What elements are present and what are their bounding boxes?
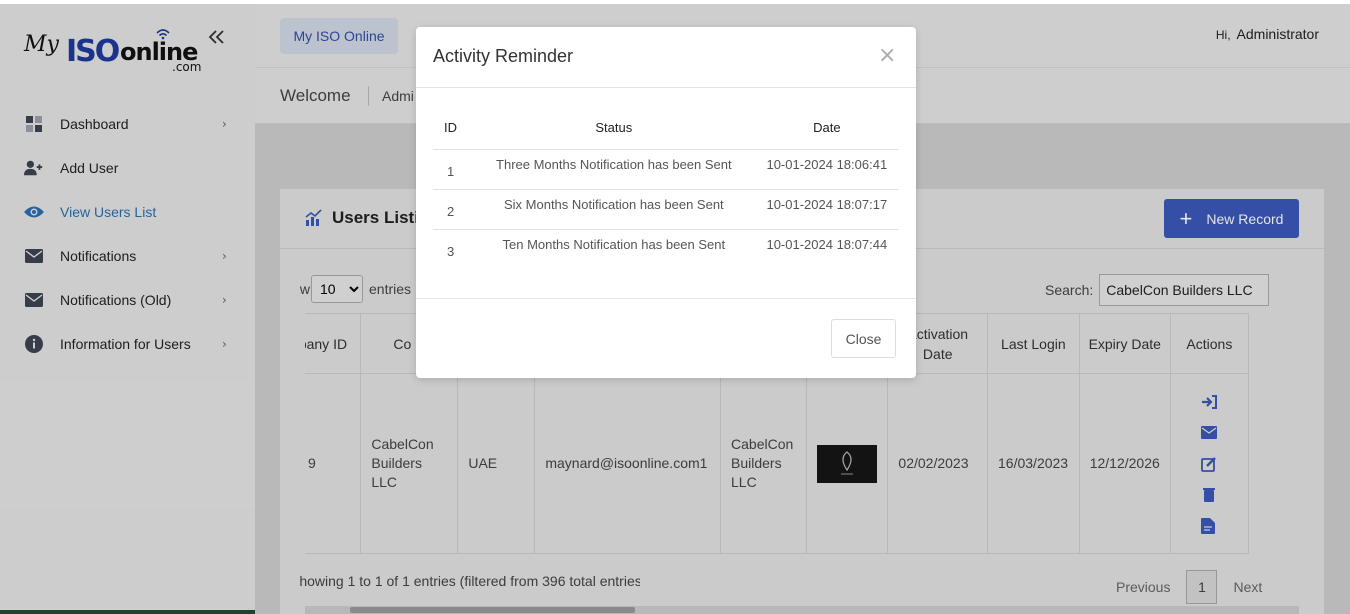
reminder-table: ID Status Date 1 Three Months Notificati…: [433, 107, 899, 269]
reminder-date: 10-01-2024 18:06:41: [754, 149, 899, 190]
reminder-row: 1 Three Months Notification has been Sen…: [433, 149, 899, 190]
modal-footer: Close: [416, 298, 916, 378]
reminder-status: Six Months Notification has been Sent: [473, 189, 755, 230]
reminder-id: 3: [447, 243, 455, 259]
reminder-date: 10-01-2024 18:07:44: [766, 236, 888, 252]
reminder-status: Ten Months Notification has been Sent: [502, 236, 726, 252]
reminder-date: 10-01-2024 18:07:17: [754, 189, 899, 230]
reminder-row: 2 Six Months Notification has been Sent …: [433, 189, 899, 230]
close-button[interactable]: Close: [831, 319, 896, 358]
top-strip: [0, 0, 1350, 4]
reminder-col-date: Date: [754, 107, 899, 150]
modal-title: Activity Reminder: [433, 46, 574, 66]
reminder-col-id: ID: [433, 107, 473, 150]
reminder-status: Three Months Notification has been Sent: [473, 149, 755, 190]
reminder-row: 3 Ten Months Notification has been Sent …: [433, 229, 899, 269]
modal-header: Activity Reminder ×: [416, 27, 916, 88]
reminder-col-status: Status: [473, 107, 755, 150]
reminder-id: 2: [433, 189, 473, 230]
reminder-id: 1: [433, 149, 473, 190]
activity-reminder-modal: Activity Reminder × ID Status Date 1 Thr…: [416, 27, 916, 378]
close-icon[interactable]: ×: [878, 45, 896, 67]
reminder-header-row: ID Status Date: [433, 107, 899, 150]
